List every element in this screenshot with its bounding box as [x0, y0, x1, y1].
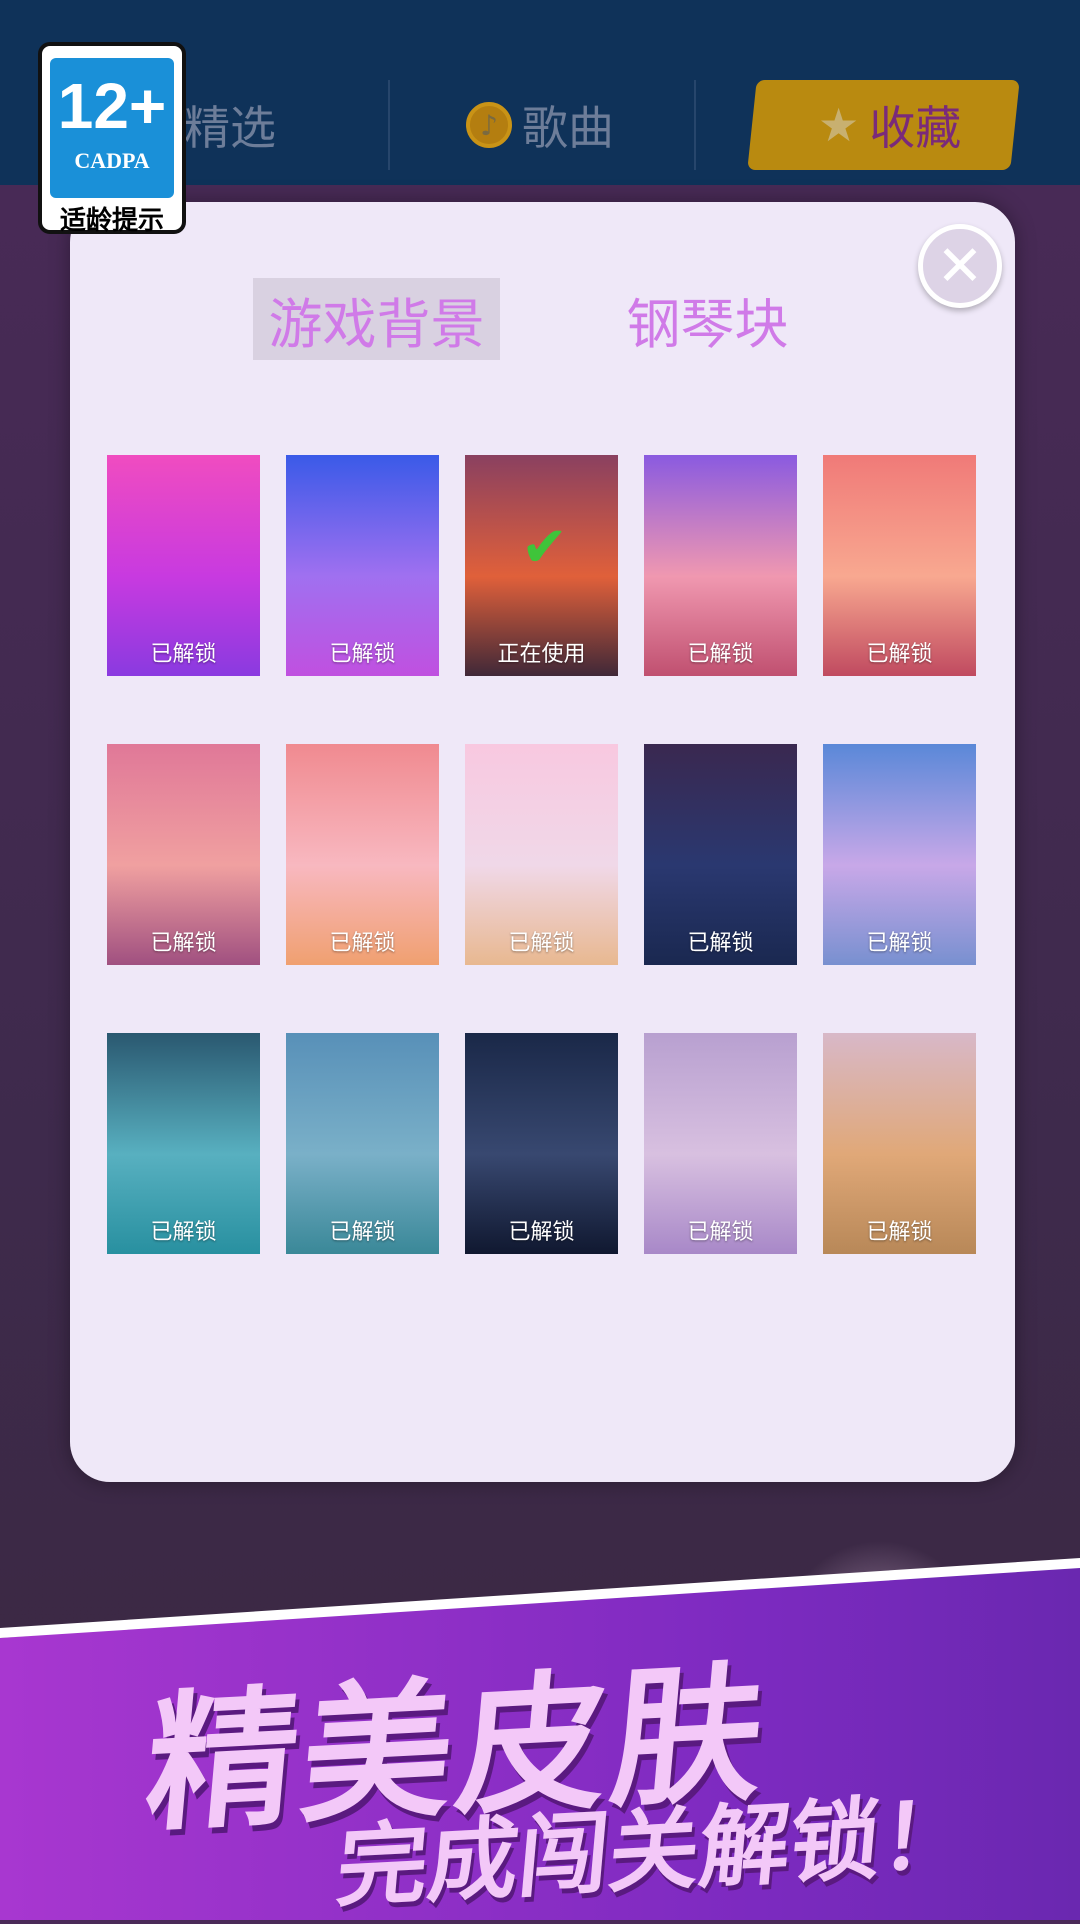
- status-label: 已解锁: [329, 931, 396, 956]
- background-thumbnail[interactable]: 已解锁: [107, 744, 260, 965]
- background-thumbnail[interactable]: 已解锁: [286, 455, 439, 676]
- close-icon: ✕: [936, 233, 984, 299]
- nav-divider: [388, 80, 390, 170]
- background-thumbnail[interactable]: 已解锁: [644, 1033, 797, 1254]
- background-thumbnail[interactable]: 已解锁: [644, 455, 797, 676]
- status-label: 已解锁: [150, 642, 217, 667]
- background-thumbnail[interactable]: 已解锁: [465, 744, 618, 965]
- background-thumbnail[interactable]: 已解锁: [286, 744, 439, 965]
- status-label: 正在使用: [497, 642, 586, 667]
- status-label: 已解锁: [866, 1220, 933, 1245]
- rating-org: CADPA: [74, 148, 150, 173]
- tab-label: 收藏: [869, 101, 962, 155]
- background-thumbnail[interactable]: 已解锁: [286, 1033, 439, 1254]
- age-rating: 12+: [57, 70, 167, 142]
- background-thumbnail[interactable]: 已解锁: [823, 1033, 976, 1254]
- status-label: 已解锁: [687, 1220, 754, 1245]
- tab-label: 精选: [184, 101, 276, 155]
- status-label: 已解锁: [150, 1220, 217, 1245]
- music-note-icon: ♪: [466, 102, 512, 148]
- status-label: 已解锁: [508, 931, 575, 956]
- background-thumbnail[interactable]: 已解锁: [465, 1033, 618, 1254]
- status-label: 已解锁: [687, 642, 754, 667]
- checkmark-icon: ✔: [521, 515, 568, 580]
- background-thumbnail[interactable]: ✔ 正在使用: [465, 455, 618, 676]
- background-thumbnail[interactable]: 已解锁: [823, 744, 976, 965]
- status-label: 已解锁: [150, 931, 217, 956]
- status-label: 已解锁: [866, 931, 933, 956]
- star-icon: ★: [818, 98, 860, 152]
- status-label: 已解锁: [329, 1220, 396, 1245]
- background-thumbnail[interactable]: 已解锁: [644, 744, 797, 965]
- tab-piano-tiles[interactable]: 钢琴块: [610, 278, 805, 360]
- tab-featured[interactable]: 精选: [184, 95, 276, 155]
- status-label: 已解锁: [687, 931, 754, 956]
- tab-songs[interactable]: ♪ 歌曲: [466, 95, 614, 155]
- close-button[interactable]: ✕: [918, 224, 1002, 308]
- rating-tip: 适龄提示: [59, 206, 164, 236]
- background-thumbnail[interactable]: 已解锁: [823, 455, 976, 676]
- tab-label: 歌曲: [522, 101, 614, 155]
- background-thumbnail[interactable]: 已解锁: [107, 1033, 260, 1254]
- tab-game-background[interactable]: 游戏背景: [253, 278, 500, 360]
- status-label: 已解锁: [866, 642, 933, 667]
- status-label: 已解锁: [329, 642, 396, 667]
- background-grid: 已解锁 已解锁 ✔ 正在使用 已解锁 已解锁 已解锁 已解锁 已解锁 已解锁 已解锁 已解锁 已解锁 已解…: [107, 455, 977, 1254]
- status-label: 已解锁: [508, 1220, 575, 1245]
- age-rating-badge: 12+ CADPA 适龄提示: [38, 42, 186, 236]
- tab-favorites[interactable]: ★ 收藏: [818, 95, 961, 155]
- background-thumbnail[interactable]: 已解锁: [107, 455, 260, 676]
- nav-divider: [694, 80, 696, 170]
